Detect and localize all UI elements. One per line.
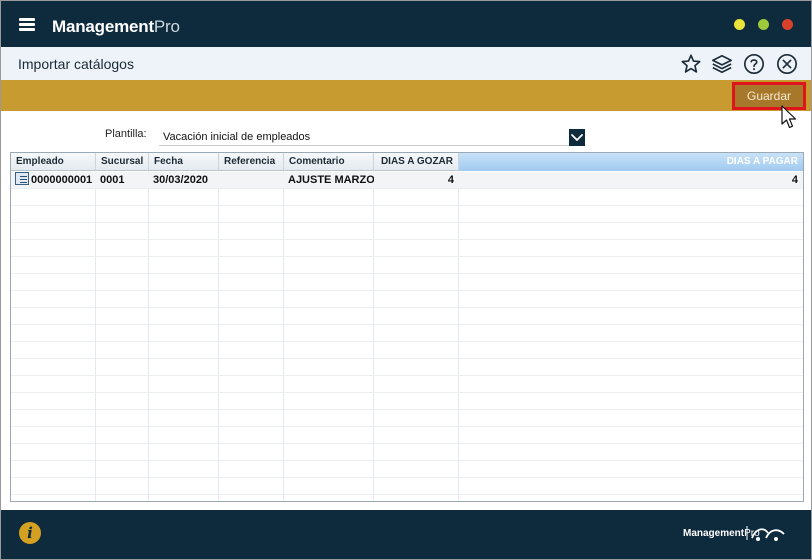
- empty-row: [11, 257, 803, 274]
- cell-sucursal: 0001: [100, 174, 125, 186]
- column-header-fecha[interactable]: Fecha: [149, 153, 219, 171]
- grid-header: Empleado Sucursal Fecha Referencia Comen…: [11, 153, 803, 171]
- empty-row: [11, 444, 803, 461]
- empty-row: [11, 427, 803, 444]
- cell-comentario: AJUSTE MARZO: [288, 174, 374, 186]
- template-label: Plantilla:: [105, 128, 147, 140]
- column-header-empleado[interactable]: Empleado: [11, 153, 96, 171]
- empty-row: [11, 206, 803, 223]
- layers-icon[interactable]: [711, 53, 733, 75]
- app-brand: ManagementPro: [52, 17, 180, 36]
- data-grid[interactable]: Empleado Sucursal Fecha Referencia Comen…: [10, 152, 804, 502]
- bottom-bar: i ManagementPro: [1, 510, 811, 559]
- cell-referencia: [219, 172, 284, 189]
- empty-row: [11, 325, 803, 342]
- top-bar: ManagementPro: [1, 1, 811, 47]
- column-header-dias-pagar[interactable]: DIAS A PAGAR: [459, 153, 803, 171]
- cell-fecha: 30/03/2020: [153, 174, 209, 186]
- column-header-referencia[interactable]: Referencia: [219, 153, 284, 171]
- chevron-down-icon[interactable]: [569, 129, 585, 146]
- minimize-button[interactable]: [734, 19, 745, 30]
- template-value: Vacación inicial de empleados: [163, 131, 311, 143]
- hamburger-icon[interactable]: [19, 18, 35, 31]
- title-row: Importar catálogos: [1, 47, 811, 80]
- empty-row: [11, 274, 803, 291]
- empty-row: [11, 189, 803, 206]
- empty-row: [11, 240, 803, 257]
- empty-row: [11, 308, 803, 325]
- template-select[interactable]: Vacación inicial de empleados: [159, 129, 585, 146]
- empty-row: [11, 359, 803, 376]
- empty-row: [11, 393, 803, 410]
- empty-row: [11, 223, 803, 240]
- empty-row: [11, 478, 803, 495]
- record-icon[interactable]: [15, 172, 29, 185]
- mouse-cursor-icon: [781, 105, 799, 131]
- empty-row: [11, 291, 803, 308]
- action-bar: [1, 80, 811, 111]
- cell-dias-gozar: 4: [447, 174, 454, 186]
- empty-row: [11, 410, 803, 427]
- cell-dias-pagar: 4: [791, 174, 798, 186]
- table-row[interactable]: 0000000001 0001 30/03/2020 AJUSTE MARZO …: [11, 172, 803, 189]
- app-window: ManagementPro Importar catálogos Guardar…: [0, 0, 812, 560]
- page-title: Importar catálogos: [18, 56, 134, 72]
- column-header-comentario[interactable]: Comentario: [284, 153, 374, 171]
- maximize-button[interactable]: [758, 19, 769, 30]
- empty-row: [11, 376, 803, 393]
- cell-empleado: 0000000001: [11, 172, 96, 189]
- column-header-dias-gozar[interactable]: DIAS A GOZAR: [374, 153, 459, 171]
- close-icon[interactable]: [776, 53, 798, 75]
- empty-row: [11, 342, 803, 359]
- window-close-button[interactable]: [782, 19, 793, 30]
- brand-logo-icon: [746, 526, 785, 541]
- empty-row: [11, 461, 803, 478]
- column-header-sucursal[interactable]: Sucursal: [96, 153, 149, 171]
- info-icon[interactable]: i: [19, 522, 41, 544]
- help-icon[interactable]: [743, 53, 765, 75]
- star-icon[interactable]: [680, 53, 702, 75]
